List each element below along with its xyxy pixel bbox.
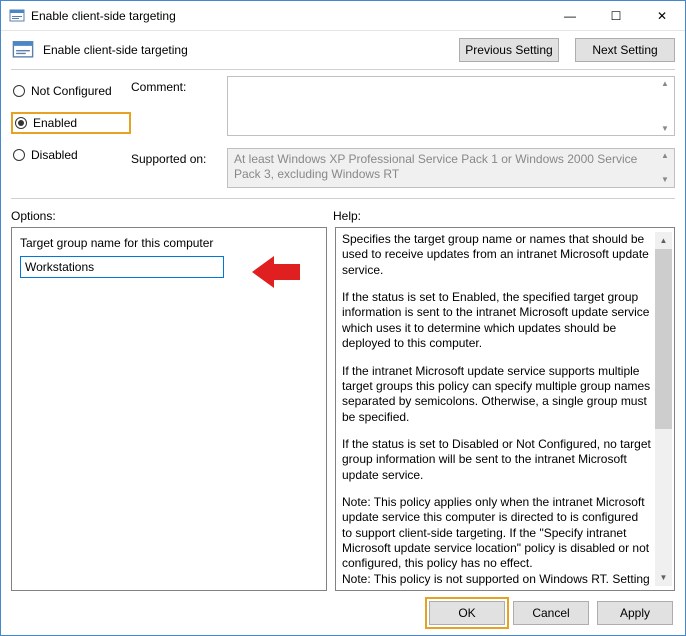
comment-label: Comment:: [131, 76, 219, 94]
help-paragraph: Specifies the target group name or names…: [342, 232, 651, 278]
supported-text: At least Windows XP Professional Service…: [234, 152, 637, 181]
annotation-arrow: [252, 256, 300, 288]
panels: Target group name for this computer Spec…: [1, 227, 685, 591]
help-paragraph: If the status is set to Enabled, the spe…: [342, 290, 651, 351]
maximize-button[interactable]: ☐: [593, 1, 639, 30]
dialog-window: Enable client-side targeting — ☐ ✕ Enabl…: [0, 0, 686, 636]
supported-textbox: At least Windows XP Professional Service…: [227, 148, 675, 188]
scroll-thumb[interactable]: [655, 249, 672, 429]
help-label: Help:: [333, 209, 361, 223]
radio-not-configured[interactable]: Not Configured: [11, 82, 131, 100]
scroll-up-icon: ▲: [658, 79, 672, 88]
supported-label: Supported on:: [131, 148, 219, 166]
target-group-input[interactable]: [20, 256, 224, 278]
radio-label: Disabled: [31, 148, 78, 162]
supported-row: Supported on: At least Windows XP Profes…: [131, 148, 675, 188]
section-labels: Options: Help:: [1, 199, 685, 227]
policy-icon: [9, 8, 25, 24]
radio-label: Enabled: [33, 116, 77, 130]
radio-icon: [13, 149, 25, 161]
radio-label: Not Configured: [31, 84, 112, 98]
radio-disabled[interactable]: Disabled: [11, 146, 131, 164]
scroll-down-button[interactable]: ▼: [655, 569, 672, 586]
previous-setting-button[interactable]: Previous Setting: [459, 38, 559, 62]
policy-icon: [11, 38, 35, 62]
comment-textarea[interactable]: ▲ ▼: [227, 76, 675, 136]
dialog-footer: OK Cancel Apply: [1, 591, 685, 635]
dialog-header: Enable client-side targeting Previous Se…: [1, 31, 685, 69]
right-column: Comment: ▲ ▼ Supported on: At least Wind…: [131, 76, 675, 188]
window-title: Enable client-side targeting: [31, 9, 547, 23]
apply-button[interactable]: Apply: [597, 601, 673, 625]
title-bar: Enable client-side targeting — ☐ ✕: [1, 1, 685, 31]
scroll-up-button[interactable]: ▲: [655, 232, 672, 249]
help-text: Specifies the target group name or names…: [342, 232, 655, 586]
scroll-down-icon: ▼: [658, 124, 672, 133]
scrollbar[interactable]: ▲ ▼: [655, 232, 672, 586]
settings-row: Not Configured Enabled Disabled Comment:…: [1, 70, 685, 188]
radio-enabled[interactable]: Enabled: [11, 112, 131, 134]
cancel-button[interactable]: Cancel: [513, 601, 589, 625]
scroll-up-icon: ▲: [658, 151, 672, 161]
help-paragraph: If the status is set to Disabled or Not …: [342, 437, 651, 483]
state-radios: Not Configured Enabled Disabled: [11, 76, 131, 188]
window-buttons: — ☐ ✕: [547, 1, 685, 30]
scroll-down-icon: ▼: [658, 175, 672, 185]
help-paragraph: If the intranet Microsoft update service…: [342, 364, 651, 425]
close-button[interactable]: ✕: [639, 1, 685, 30]
next-setting-button[interactable]: Next Setting: [575, 38, 675, 62]
radio-icon: [15, 117, 27, 129]
radio-icon: [13, 85, 25, 97]
comment-row: Comment: ▲ ▼: [131, 76, 675, 136]
minimize-button[interactable]: —: [547, 1, 593, 30]
options-label: Options:: [11, 209, 333, 223]
help-paragraph: Note: This policy applies only when the …: [342, 495, 651, 572]
ok-button[interactable]: OK: [429, 601, 505, 625]
target-group-label: Target group name for this computer: [20, 236, 318, 250]
options-panel: Target group name for this computer: [11, 227, 327, 591]
help-paragraph: Note: This policy is not supported on Wi…: [342, 572, 651, 586]
dialog-title: Enable client-side targeting: [43, 43, 443, 57]
help-panel: Specifies the target group name or names…: [335, 227, 675, 591]
